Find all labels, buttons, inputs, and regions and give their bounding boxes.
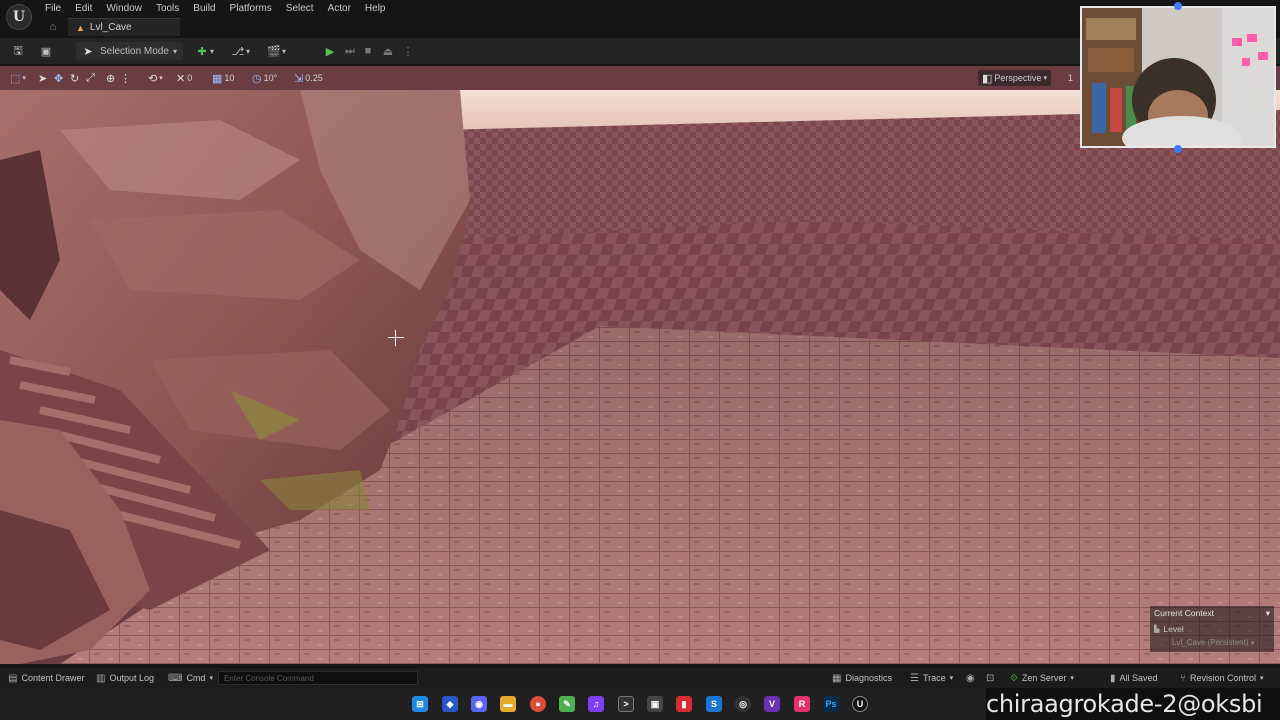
all-saved-indicator[interactable]: ▮ All Saved: [1110, 671, 1158, 685]
more-options-icon[interactable]: ⋮: [400, 42, 416, 60]
menu-build[interactable]: Build: [186, 1, 222, 16]
save-status-icon: ▮: [1110, 672, 1116, 684]
output-log-icon: ▥: [96, 672, 106, 684]
main-menu: File Edit Window Tools Build Platforms S…: [38, 1, 393, 16]
scale-snap-button[interactable]: ⇲ 0.25: [294, 70, 323, 86]
menu-actor[interactable]: Actor: [321, 1, 358, 16]
red-app-icon[interactable]: ▮: [676, 696, 692, 712]
level-tab[interactable]: ▲ Lvl_Cave: [68, 18, 180, 36]
transform-tools-icon[interactable]: ⬚ ▾: [10, 70, 26, 86]
trace-icon: ☰: [910, 672, 919, 684]
menu-edit[interactable]: Edit: [68, 1, 99, 16]
step-button[interactable]: ⏭: [342, 42, 358, 60]
menu-window[interactable]: Window: [99, 1, 149, 16]
cursor-icon: ➤: [83, 45, 93, 58]
eject-button[interactable]: ⏏: [380, 42, 396, 60]
copilot-icon[interactable]: ◆: [442, 696, 458, 712]
terminal-icon[interactable]: >: [618, 696, 634, 712]
watermark-text: chiraagrokade-2@oksbi: [986, 688, 1280, 720]
cinematics-button[interactable]: 🎬 ▾: [266, 42, 286, 60]
webcam-feed: [1082, 8, 1274, 146]
record-icon[interactable]: ◉: [966, 671, 975, 685]
trace-dropdown[interactable]: ☰ Trace ▾: [910, 671, 953, 685]
visual-studio-icon[interactable]: V: [764, 696, 780, 712]
level-viewport[interactable]: ⬚ ▾ ➤ ✥ ↻ ⤢ ⊕ ⋮ ⟲ ▾ ✕ 0 ▦ 10 ◷ 10° ⇲ 0.25 ◧ Pe…: [0, 66, 1280, 664]
play-button[interactable]: ▶: [322, 42, 338, 60]
home-icon[interactable]: ⌂: [38, 21, 68, 33]
unreal-engine-icon[interactable]: U: [852, 696, 868, 712]
surface-snap-button[interactable]: ⟲ ▾: [148, 70, 163, 86]
tab-row: ⌂ ▲ Lvl_Cave: [38, 18, 180, 36]
content-drawer-button[interactable]: ▤ Content Drawer: [8, 671, 84, 685]
chevron-down-icon[interactable]: ▾: [1266, 608, 1270, 619]
context-persistent-level[interactable]: Lvl_Cave (Persistent) ▾: [1172, 638, 1270, 647]
camera-icon: ◧: [982, 72, 993, 85]
add-actor-button[interactable]: ✚ ▾: [194, 42, 214, 60]
context-level[interactable]: ▙ Level: [1154, 624, 1270, 634]
scale-tool-icon[interactable]: ⤢: [86, 70, 95, 86]
mouse-cursor-crosshair: [388, 330, 404, 346]
current-context-panel[interactable]: Current Context ▾ ▙ Level Lvl_Cave (Pers…: [1150, 606, 1274, 652]
jetbrains-icon[interactable]: R: [794, 696, 810, 712]
cmd-dropdown[interactable]: ⌨ Cmd ▾: [168, 671, 213, 685]
revision-control-dropdown[interactable]: ⑂ Revision Control ▾: [1180, 671, 1264, 685]
photoshop-icon[interactable]: Ps: [823, 696, 839, 712]
webcam-overlay: [1080, 6, 1276, 148]
menu-platforms[interactable]: Platforms: [223, 1, 279, 16]
menu-help[interactable]: Help: [358, 1, 393, 16]
discord-icon[interactable]: ◉: [471, 696, 487, 712]
chevron-down-icon: ▾: [172, 46, 177, 56]
windows-start-icon[interactable]: ⊞: [412, 696, 428, 712]
chrome-icon[interactable]: ●: [530, 696, 546, 712]
content-drawer-icon: ▤: [8, 672, 18, 684]
translate-tool-icon[interactable]: ✥: [54, 70, 63, 86]
camera-speed-button[interactable]: ✕ 0: [176, 70, 192, 86]
chevron-down-icon: ▾: [1043, 75, 1047, 82]
headset-icon[interactable]: ♫: [588, 696, 604, 712]
perspective-label: Perspective: [994, 73, 1042, 83]
terminal-icon: ⌨: [168, 672, 183, 684]
zen-server-icon: ⟐: [1010, 672, 1018, 684]
menu-file[interactable]: File: [38, 1, 68, 16]
select-tool-icon[interactable]: ➤: [38, 70, 47, 86]
level-icon: ▲: [76, 22, 85, 33]
rotation-snap-button[interactable]: ◷ 10°: [252, 70, 277, 86]
app-icon[interactable]: ▣: [647, 696, 663, 712]
unreal-logo-icon[interactable]: U: [6, 4, 32, 30]
blue-app-icon[interactable]: S: [706, 696, 722, 712]
output-log-button[interactable]: ▥ Output Log: [96, 671, 154, 685]
perspective-dropdown[interactable]: ◧ Perspective ▾: [978, 70, 1051, 86]
blueprints-button[interactable]: ⎇ ▾: [230, 42, 250, 60]
camera-speed-readout[interactable]: 1: [1068, 70, 1073, 86]
diagnostics-button[interactable]: ▦ Diagnostics: [832, 671, 892, 685]
stop-button[interactable]: ■: [360, 42, 376, 60]
menu-tools[interactable]: Tools: [149, 1, 186, 16]
revision-control-icon: ⑂: [1180, 672, 1186, 684]
save-icon[interactable]: 🖫: [10, 42, 26, 60]
level-tab-label: Lvl_Cave: [89, 22, 132, 33]
scene-render: [0, 90, 1280, 664]
grid-snap-button[interactable]: ▦ 10: [212, 70, 234, 86]
file-explorer-icon[interactable]: ▬: [500, 696, 516, 712]
content-browser-icon[interactable]: ▣: [38, 42, 54, 60]
context-title: Current Context ▾: [1154, 608, 1270, 619]
rotate-tool-icon[interactable]: ↻: [70, 70, 79, 86]
status-bar: ▤Content Drawer ▥Output Log ⌨Cmd▾ ▦Diagn…: [0, 668, 1280, 688]
selection-mode-label: Selection Mode: [100, 45, 169, 57]
unreal-editor-window: File Edit Window Tools Build Platforms S…: [0, 0, 1280, 720]
console-command-input[interactable]: [218, 671, 418, 685]
diagnostics-icon: ▦: [832, 672, 842, 684]
viewport-more-icon[interactable]: ⋮: [120, 70, 131, 86]
notepad-icon[interactable]: ✎: [559, 696, 575, 712]
screenshot-icon[interactable]: ⊡: [986, 671, 994, 685]
menu-select[interactable]: Select: [279, 1, 321, 16]
level-icon: ▙: [1154, 626, 1160, 633]
world-local-icon[interactable]: ⊕: [106, 70, 115, 86]
github-icon[interactable]: ◎: [735, 696, 751, 712]
selection-mode-dropdown[interactable]: ➤ Selection Mode ▾: [76, 42, 183, 60]
zen-server-dropdown[interactable]: ⟐ Zen Server ▾: [1010, 671, 1074, 685]
webcam-handle-top[interactable]: [1174, 2, 1182, 10]
webcam-handle-bottom[interactable]: [1174, 145, 1182, 153]
